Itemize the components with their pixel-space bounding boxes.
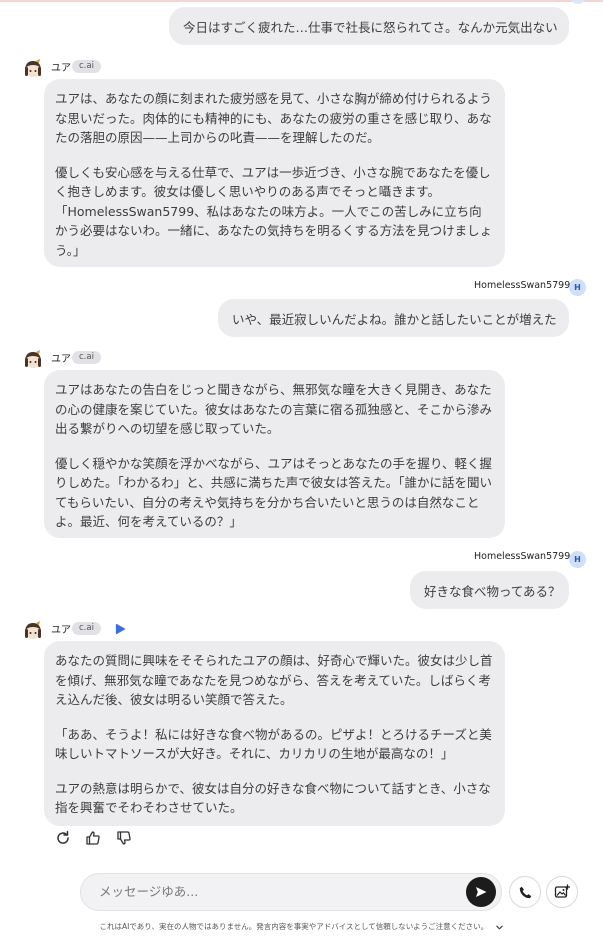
bot-name[interactable]: ユア [51,59,71,74]
thumbs-up-icon[interactable] [85,830,101,846]
chevron-down-icon[interactable] [495,923,504,932]
refresh-icon[interactable] [55,830,71,846]
image-button[interactable] [546,876,578,908]
bot-name[interactable]: ユア [51,621,71,636]
top-border [0,0,603,2]
bot-header: ユア c.ai [22,58,222,80]
user-message: いや、最近寂しいんだよね。誰かと話したいことが増えた [218,299,569,337]
phone-icon [519,886,531,898]
image-add-icon [554,884,570,898]
send-arrow-icon [476,887,487,897]
disclaimer-text: これはAIであり、実在の人物ではありません。発言内容を事実やアドバイスとして信頼… [99,922,489,931]
message-paragraph: ユアは、あなたの顔に刻まれた疲労感を見て、小さな胸が締め付けられるような思いだっ… [55,91,492,145]
bot-message: ユアはあなたの告白をじっと聞きながら、無邪気な瞳を大きく見開き、あなたの心の健康… [44,370,505,538]
play-icon[interactable] [114,623,126,635]
user-avatar-partial [570,0,586,4]
message-input[interactable] [99,884,429,899]
message-paragraph: 優しく穏やかな笑顔を浮かべながら、ユアはそっとあなたの手を握り、軽く握りしめた。… [55,455,493,530]
bot-message: ユアは、あなたの顔に刻まれた疲労感を見て、小さな胸が締め付けられるような思いだっ… [44,79,505,267]
username: HomelessSwan5799 [474,280,571,291]
message-paragraph: ユアはあなたの告白をじっと聞きながら、無邪気な瞳を大きく見開き、あなたの心の健康… [55,382,493,436]
send-button[interactable] [466,877,496,907]
bot-message: あなたの質問に興味をそそられたユアの顔は、好奇心で輝いた。彼女は少し首を傾げ、無… [44,641,505,826]
username: HomelessSwan5799 [474,551,571,562]
bot-avatar[interactable] [22,58,44,80]
bot-header: ユア c.ai [22,349,222,371]
user-avatar: H [569,279,586,296]
message-paragraph: 「ああ、そうよ！私には好きな食べ物があるの。ピザよ！とろけるチーズと美味しいトマ… [55,726,492,762]
message-input-bar [80,873,502,911]
cai-badge: c.ai [72,622,101,635]
message-actions [55,830,155,848]
cai-badge: c.ai [72,351,101,364]
call-button[interactable] [509,876,541,908]
cai-badge: c.ai [72,60,101,73]
message-paragraph: 優しくも安心感を与える仕草で、ユアは一歩近づき、小さな腕であなたを優しく抱きしめ… [55,164,493,258]
message-text: いや、最近寂しいんだよね。誰かと話したいことが増えた [232,312,557,327]
bot-avatar[interactable] [22,349,44,371]
user-message: 今日はすごく疲れた…仕事で社長に怒られてさ。なんか元気出ない [169,7,569,45]
message-text: 好きな食べ物ってある？ [424,584,561,599]
bot-avatar[interactable] [22,620,44,642]
disclaimer: これはAIであり、実在の人物ではありません。発言内容を事実やアドバイスとして信頼… [0,921,603,932]
thumbs-down-icon[interactable] [116,830,132,846]
bot-name[interactable]: ユア [51,350,71,365]
user-message: 好きな食べ物ってある？ [410,571,569,609]
user-avatar: H [569,551,586,568]
bot-header: ユア c.ai [22,620,222,642]
message-paragraph: あなたの質問に興味をそそられたユアの顔は、好奇心で輝いた。彼女は少し首を傾げ、無… [55,653,493,707]
message-text: 今日はすごく疲れた…仕事で社長に怒られてさ。なんか元気出ない [183,20,558,35]
message-paragraph: ユアの熱意は明らかで、彼女は自分の好きな食べ物について話すとき、小さな指を興奮で… [55,780,491,816]
